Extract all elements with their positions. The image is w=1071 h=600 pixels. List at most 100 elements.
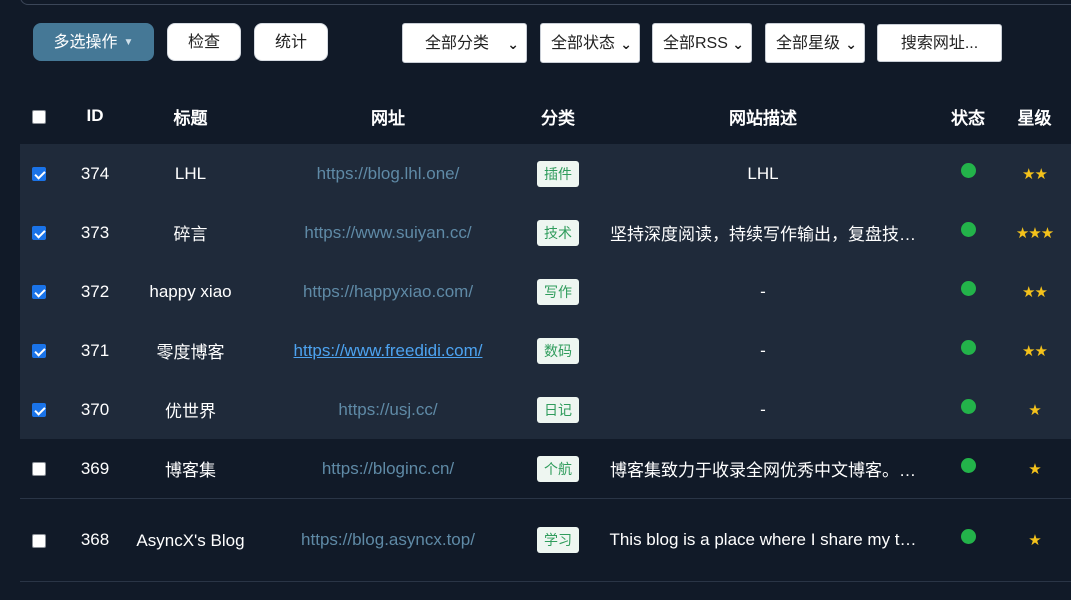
header-url[interactable]: 网址 — [248, 88, 528, 144]
status-online-dot-icon — [960, 529, 976, 544]
chevron-down-icon: ⌄ — [732, 36, 744, 52]
row-url-cell: https://bloginc.cn/ — [248, 439, 528, 499]
row-stars-cell: ★ — [998, 380, 1071, 439]
table-row[interactable]: 371 零度博客 https://www.freedidi.com/数码 - ★★ — [20, 321, 1071, 380]
row-description: 坚持深度阅读，持续写作输出，复盘技… — [588, 203, 938, 262]
row-status-cell — [938, 439, 998, 499]
status-online-dot-icon — [960, 398, 976, 414]
row-url-cell: https://blog.asyncx.top/ — [248, 498, 528, 582]
row-checkbox[interactable] — [31, 462, 46, 477]
row-stars-cell: ★★ — [998, 321, 1071, 380]
select-all-checkbox[interactable] — [31, 109, 46, 124]
row-checkbox[interactable] — [31, 285, 46, 300]
row-category-cell: 学习 — [528, 498, 588, 582]
multi-action-label: 多选操作 — [53, 34, 118, 51]
table-row[interactable]: 372 happy xiao https://happyxiao.com/写作 - ★★ — [20, 262, 1071, 321]
status-select-value: 全部状态 — [551, 35, 616, 52]
row-url-link[interactable]: https://blog.lhl.one/ — [317, 164, 460, 183]
star-rating: ★★ — [1022, 342, 1048, 360]
row-description: This blog is a place where I share my t… — [588, 498, 938, 582]
header-stars[interactable]: 星级 — [998, 88, 1071, 144]
row-url-link[interactable]: https://bloginc.cn/ — [322, 459, 454, 478]
row-checkbox[interactable] — [31, 226, 46, 241]
search-url-button[interactable]: 搜索网址... — [877, 24, 1002, 62]
header-title[interactable]: 标题 — [133, 88, 248, 144]
category-select[interactable]: 全部分类 ⌄ — [402, 23, 527, 63]
row-id: 368 — [57, 498, 133, 582]
stars-select[interactable]: 全部星级 ⌄ — [765, 23, 865, 63]
star-rating: ★ — [1028, 460, 1041, 478]
row-select-cell — [20, 203, 57, 262]
row-url-cell: https://www.suiyan.cc/ — [248, 203, 528, 262]
header-category[interactable]: 分类 — [528, 88, 588, 144]
category-tag[interactable]: 个航 — [537, 455, 579, 482]
row-category-cell: 数码 — [528, 321, 588, 380]
row-stars-cell: ★★ — [998, 144, 1071, 203]
chevron-down-icon: ⌄ — [507, 36, 519, 52]
category-tag[interactable]: 插件 — [537, 160, 579, 187]
row-checkbox[interactable] — [31, 344, 46, 359]
row-url-link[interactable]: https://www.freedidi.com/ — [294, 341, 483, 360]
status-online-dot-icon — [960, 457, 976, 473]
row-select-cell — [20, 498, 57, 582]
table-row[interactable]: 374 LHL https://blog.lhl.one/插件 LHL ★★ — [20, 144, 1071, 203]
star-rating: ★★ — [1022, 283, 1048, 301]
rss-select[interactable]: 全部RSS ⌄ — [652, 23, 752, 63]
row-description: - — [588, 380, 938, 439]
row-url-link[interactable]: https://happyxiao.com/ — [303, 282, 473, 301]
row-select-cell — [20, 321, 57, 380]
table-row[interactable]: 370 优世界 https://usj.cc/日记 - ★ — [20, 380, 1071, 439]
category-select-value: 全部分类 — [425, 35, 490, 52]
header-status[interactable]: 状态 — [938, 88, 998, 144]
row-category-cell: 技术 — [528, 203, 588, 262]
status-select[interactable]: 全部状态 ⌄ — [540, 23, 640, 63]
row-checkbox[interactable] — [31, 403, 46, 418]
table-row[interactable]: 369 博客集 https://bloginc.cn/个航 博客集致力于收录全网优秀中… — [20, 439, 1071, 499]
stats-button[interactable]: 统计 — [254, 23, 328, 61]
toolbar: 多选操作 ▼ 检查 统计 全部分类 ⌄ 全部状态 ⌄ 全部RSS ⌄ 全部星级 ⌄ 搜索网… — [0, 22, 1071, 64]
chevron-down-icon: ⌄ — [620, 36, 632, 52]
stars-select-value: 全部星级 — [776, 35, 841, 52]
table-row[interactable]: 373 碎言 https://www.suiyan.cc/技术 坚持深度阅读，持续写作… — [20, 203, 1071, 262]
check-button[interactable]: 检查 — [167, 23, 241, 61]
category-tag[interactable]: 学习 — [537, 527, 579, 553]
row-category-cell: 个航 — [528, 439, 588, 499]
table-header-row: ID 标题 网址 分类 网站描述 状态 星级 — [20, 88, 1071, 144]
row-url-link[interactable]: https://blog.asyncx.top/ — [301, 530, 475, 549]
top-frame — [0, 0, 1071, 6]
row-id: 371 — [57, 321, 133, 380]
sites-table: ID 标题 网址 分类 网站描述 状态 星级 374 LHL https://blo… — [20, 88, 1071, 582]
row-id: 373 — [57, 203, 133, 262]
row-category-cell: 写作 — [528, 262, 588, 321]
row-select-cell — [20, 380, 57, 439]
row-description: - — [588, 321, 938, 380]
status-online-dot-icon — [960, 339, 976, 355]
row-url-link[interactable]: https://www.suiyan.cc/ — [304, 223, 471, 242]
category-tag[interactable]: 写作 — [537, 278, 579, 305]
row-url-cell: https://www.freedidi.com/ — [248, 321, 528, 380]
row-url-link[interactable]: https://usj.cc/ — [338, 400, 437, 419]
header-description[interactable]: 网站描述 — [588, 88, 938, 144]
row-status-cell — [938, 203, 998, 262]
star-rating: ★★ — [1022, 165, 1048, 183]
row-status-cell — [938, 262, 998, 321]
multi-action-button[interactable]: 多选操作 ▼ — [33, 23, 154, 61]
row-id: 374 — [57, 144, 133, 203]
row-stars-cell: ★★★ — [998, 203, 1071, 262]
row-title: AsyncX's Blog — [133, 498, 248, 582]
row-checkbox[interactable] — [31, 533, 46, 548]
status-online-dot-icon — [960, 221, 976, 237]
row-url-cell: https://usj.cc/ — [248, 380, 528, 439]
row-status-cell — [938, 144, 998, 203]
category-tag[interactable]: 技术 — [537, 219, 579, 246]
header-id[interactable]: ID — [57, 88, 133, 144]
table-row[interactable]: 368 AsyncX's Blog https://blog.asyncx.top/… — [20, 498, 1071, 582]
star-rating: ★★★ — [1015, 224, 1054, 242]
category-tag[interactable]: 日记 — [537, 396, 579, 423]
rss-select-value: 全部RSS — [663, 35, 728, 52]
row-id: 369 — [57, 439, 133, 499]
row-description: - — [588, 262, 938, 321]
row-title: happy xiao — [133, 262, 248, 321]
row-checkbox[interactable] — [31, 167, 46, 182]
category-tag[interactable]: 数码 — [537, 337, 579, 364]
